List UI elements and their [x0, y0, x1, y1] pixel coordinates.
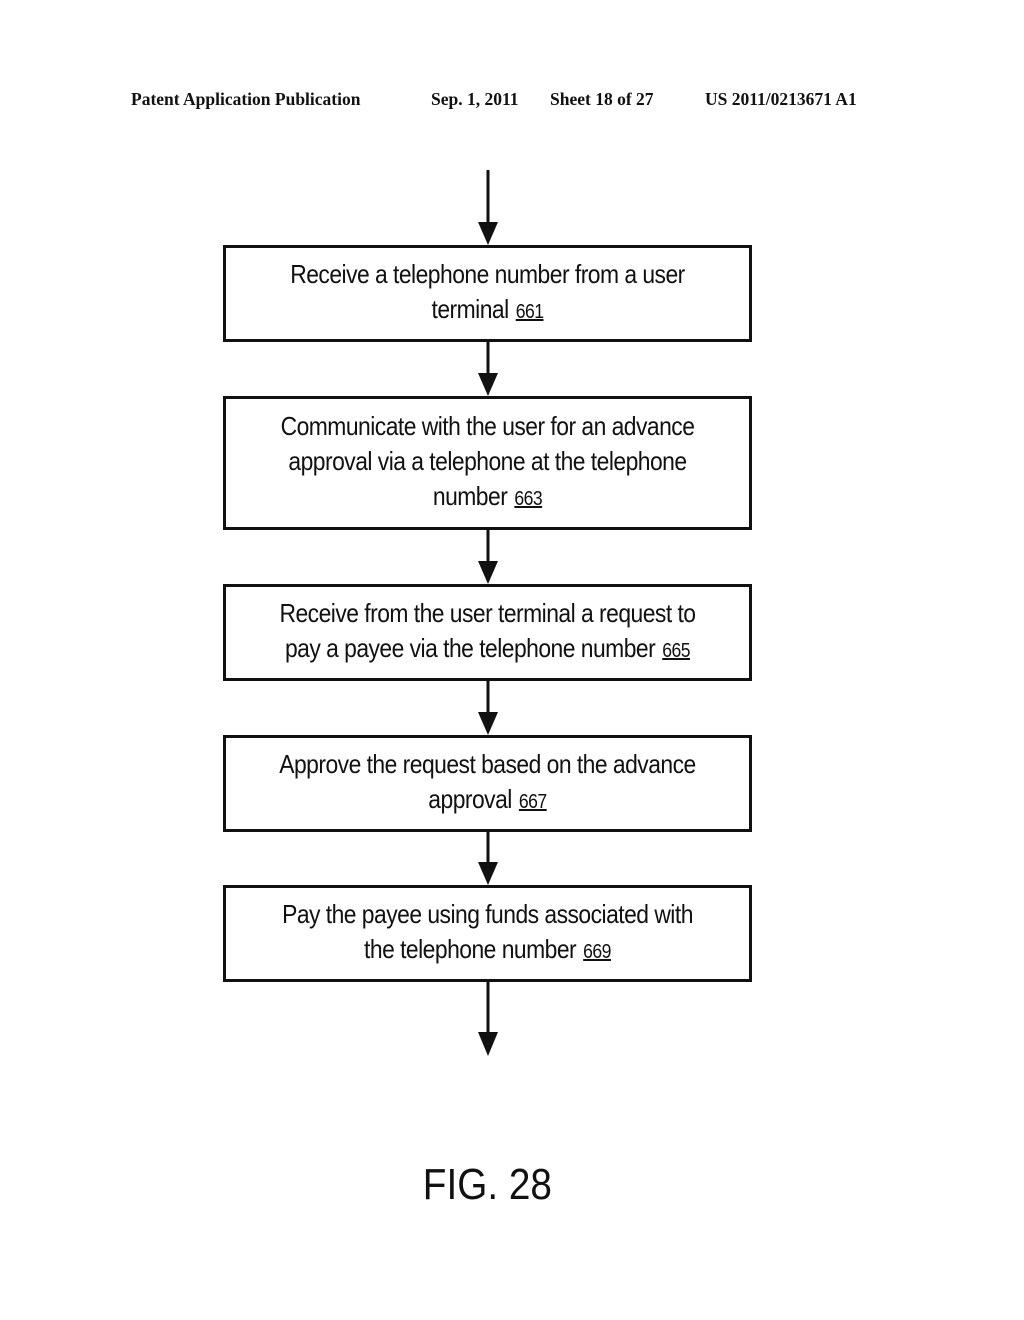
step-reference-number: 661	[515, 301, 544, 323]
step-box-669: Pay the payee using funds associated wit…	[223, 885, 752, 982]
arrow-down-icon	[478, 680, 498, 735]
step-box-667: Approve the request based on the advance…	[223, 735, 752, 832]
arrow-down-icon	[478, 341, 498, 396]
step-reference-number: 667	[518, 791, 547, 813]
step-text: Approve the request based on the advance…	[279, 749, 696, 814]
figure-label-text: FIG. 28	[422, 1160, 552, 1209]
step-box-665: Receive from the user terminal a request…	[223, 584, 752, 681]
step-text: Receive from the user terminal a request…	[279, 598, 696, 663]
arrow-down-icon	[478, 170, 498, 245]
step-reference-number: 665	[662, 640, 691, 662]
figure-label: FIG. 28	[0, 1160, 1024, 1210]
step-text: Pay the payee using funds associated wit…	[282, 899, 693, 964]
step-text: Receive a telephone number from a user t…	[290, 259, 685, 324]
step-reference-number: 663	[514, 488, 543, 510]
arrow-down-icon	[478, 831, 498, 885]
step-box-663: Communicate with the user for an advance…	[223, 396, 752, 530]
step-text: Communicate with the user for an advance…	[280, 411, 695, 511]
step-box-661: Receive a telephone number from a user t…	[223, 245, 752, 342]
step-reference-number: 669	[583, 941, 611, 963]
arrow-down-icon	[478, 981, 498, 1056]
arrow-down-icon	[478, 529, 498, 584]
